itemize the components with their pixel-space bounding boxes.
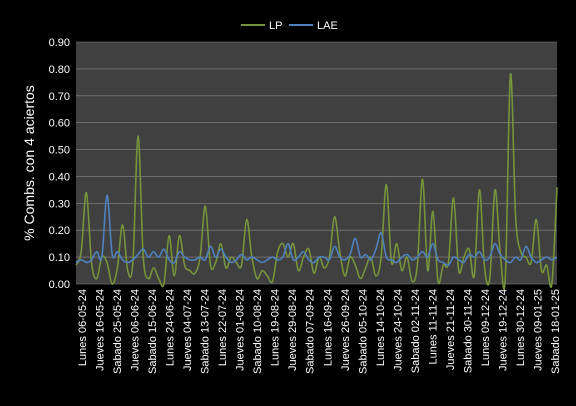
x-tick-label: Sabado 05-10-24	[357, 289, 369, 374]
x-tick-label: Sabado 10-08-24	[252, 289, 264, 374]
x-tick-label: Lunes 11-11-24	[427, 289, 439, 364]
x-tick-label: Jueves 19-12-24	[497, 289, 509, 371]
x-tick-label: Lunes 09-12-24	[480, 289, 492, 366]
y-tick-label: 0.60	[49, 118, 70, 130]
y-tick-label: 0.50	[49, 145, 70, 157]
y-tick-label: 0.40	[49, 171, 70, 183]
x-tick-label: Sabado 07-09-24	[305, 289, 317, 374]
x-tick-label: Lunes 22-07-24	[217, 289, 229, 366]
x-tick-label: Sabado 18-01-25	[550, 289, 562, 374]
legend-label-lae: LAE	[317, 20, 338, 32]
x-tick-label: Sabado 13-07-24	[200, 289, 212, 374]
x-tick-label: Jueves 06-06-24	[130, 289, 142, 371]
y-tick-label: 0.10	[49, 252, 70, 264]
y-tick-label: 0.90	[49, 37, 70, 49]
x-tick-label: Lunes 06-05-24	[77, 289, 89, 366]
x-tick-label: Jueves 04-07-24	[182, 289, 194, 371]
line-chart: 0.00 0.10 0.20 0.30 0.40 0.50 0.60 0.70 0.80 0.90…	[0, 0, 576, 406]
y-tick-label: 0.00	[49, 279, 70, 291]
x-tick-label: Jueves 16-05-24	[95, 289, 107, 371]
x-tick-label: Sabado 30-11-24	[462, 289, 474, 373]
x-tick-label: Jueves 09-01-25	[532, 289, 544, 371]
plot-area	[76, 42, 557, 284]
x-tick-label: Lunes 16-09-24	[322, 289, 334, 366]
x-tick-label: Lunes 30-12-24	[515, 289, 527, 366]
x-tick-label: Lunes 24-06-24	[165, 289, 177, 366]
y-tick-label: 0.30	[49, 198, 70, 210]
x-tick-label: Jueves 01-08-24	[235, 289, 247, 371]
x-tick-label: Jueves 21-11-24	[445, 289, 457, 370]
x-tick-label: Sabado 15-06-24	[147, 289, 159, 374]
x-tick-label: Lunes 19-08-24	[270, 289, 282, 366]
x-tick-label: Sabado 25-05-24	[112, 289, 124, 374]
y-tick-label: 0.70	[49, 91, 70, 103]
x-tick-label: Jueves 26-09-24	[340, 289, 352, 371]
y-axis-label: % Combs. con 4 aciertos	[21, 85, 37, 241]
x-tick-label: Jueves 24-10-24	[392, 289, 404, 371]
y-tick-label: 0.20	[49, 225, 70, 237]
x-tick-label: Jueves 29-08-24	[287, 289, 299, 371]
legend-label-lp: LP	[269, 20, 282, 32]
y-tick-label: 0.80	[49, 64, 70, 76]
x-tick-label: Sabado 02-11-24	[410, 289, 422, 373]
x-tick-label: Lunes 14-10-24	[375, 289, 387, 366]
